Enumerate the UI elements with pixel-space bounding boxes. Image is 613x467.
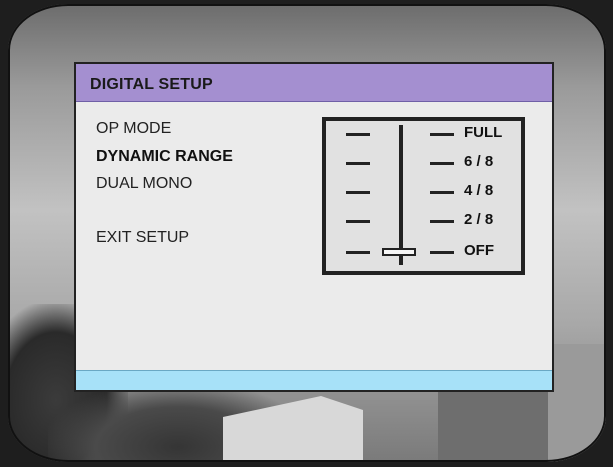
level-tick-left	[346, 251, 370, 254]
level-tick-right	[430, 133, 454, 136]
level-tick-left	[346, 220, 370, 223]
level-label-2-8: 2 / 8	[464, 211, 494, 228]
menu-title: DIGITAL SETUP	[90, 76, 213, 93]
menu-title-bar: DIGITAL SETUP	[76, 64, 552, 102]
level-slider-knob[interactable]	[382, 248, 416, 256]
level-tick-left	[346, 133, 370, 136]
dynamic-range-level-box: FULL 6 / 8 4 / 8 2 / 8 OFF	[322, 117, 525, 275]
digital-setup-menu: DIGITAL SETUP OP MODE DYNAMIC RANGE DUAL…	[74, 62, 554, 392]
level-tick-right	[430, 251, 454, 254]
level-label-6-8: 6 / 8	[464, 153, 494, 170]
menu-item-dual-mono[interactable]: DUAL MONO	[96, 175, 192, 193]
menu-item-op-mode[interactable]: OP MODE	[96, 120, 171, 138]
background-building-right	[548, 344, 606, 462]
level-label-4-8: 4 / 8	[464, 182, 494, 199]
menu-item-exit-setup[interactable]: EXIT SETUP	[96, 229, 189, 247]
level-tick-right	[430, 191, 454, 194]
level-label-off: OFF	[464, 242, 494, 259]
level-tick-left	[346, 191, 370, 194]
level-tick-right	[430, 162, 454, 165]
level-tick-left	[346, 162, 370, 165]
level-tick-right	[430, 220, 454, 223]
menu-bottom-bar	[76, 370, 552, 390]
level-label-full: FULL	[464, 124, 503, 141]
level-slider-track[interactable]	[399, 125, 403, 265]
menu-item-dynamic-range[interactable]: DYNAMIC RANGE	[96, 148, 233, 166]
background-building	[438, 389, 558, 462]
